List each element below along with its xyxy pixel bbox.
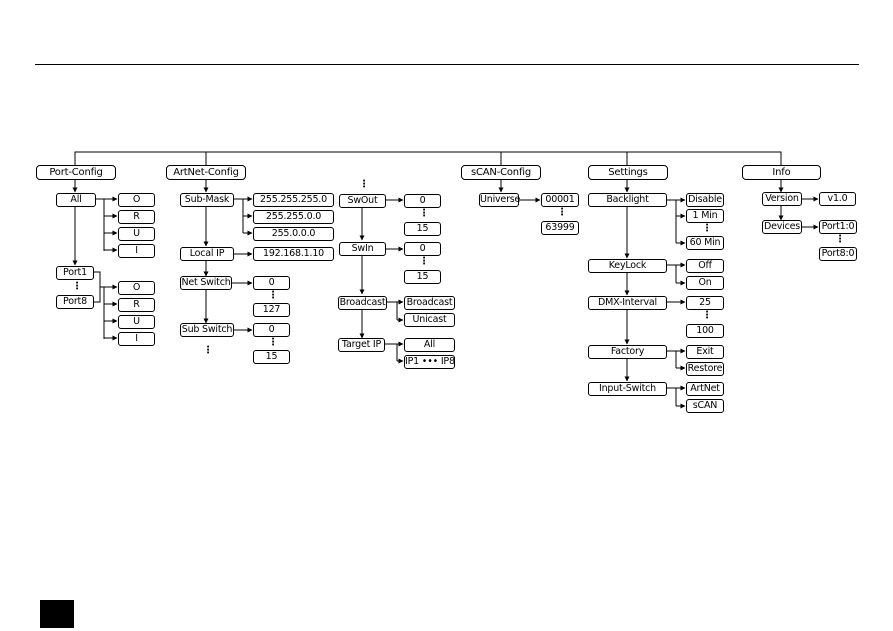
- node-broadcast-option-unicast: Unicast: [404, 313, 455, 327]
- ellipsis-devices: ⋮: [835, 234, 845, 245]
- node-swout-min: 0: [404, 194, 441, 208]
- node-devices-first: Port1:0: [819, 220, 857, 234]
- category-artnet-config: ArtNet-Config: [166, 165, 246, 180]
- node-version: Version: [762, 192, 802, 206]
- node-port-option-o: O: [118, 281, 155, 295]
- ellipsis-net-switch: ⋮: [268, 290, 278, 301]
- node-devices-last: Port8:0: [819, 247, 857, 261]
- node-universe-max: 63999: [541, 221, 579, 235]
- category-settings: Settings: [588, 165, 668, 180]
- node-target-ip-option-all: All: [404, 338, 455, 352]
- node-dmx-interval: DMX-Interval: [588, 296, 667, 310]
- node-port-option-i: I: [118, 332, 155, 346]
- ellipsis-artnet-continue: ⋮: [203, 345, 213, 356]
- node-submask-option-3: 255.0.0.0: [253, 227, 334, 241]
- node-backlight-option-1min: 1 Min: [686, 209, 724, 223]
- ellipsis-swin: ⋮: [419, 256, 429, 267]
- node-sub-switch-min: 0: [253, 323, 290, 337]
- ellipsis-swout: ⋮: [419, 208, 429, 219]
- node-version-value: v1.0: [819, 192, 856, 206]
- node-factory: Factory: [588, 345, 667, 359]
- node-swin-max: 15: [404, 270, 441, 284]
- node-sub-switch-max: 15: [253, 350, 290, 364]
- page-corner-marker: [40, 600, 74, 628]
- node-local-ip-value: 192.168.1.10: [253, 247, 334, 261]
- node-universe: Universe: [479, 193, 521, 207]
- node-devices: Devices: [762, 220, 802, 234]
- node-swin-min: 0: [404, 242, 441, 256]
- node-target-ip-option-range: IP1 ••• IP8: [404, 355, 455, 369]
- node-net-switch-min: 0: [253, 276, 290, 290]
- node-dmx-interval-max: 100: [686, 324, 724, 338]
- node-broadcast: Broadcast: [338, 296, 387, 310]
- ellipsis-ports: ⋮: [72, 281, 82, 292]
- category-scan-config: sCAN-Config: [461, 165, 541, 180]
- node-local-ip: Local IP: [180, 247, 234, 261]
- node-keylock-option-off: Off: [686, 259, 724, 273]
- node-keylock: KeyLock: [588, 259, 667, 273]
- node-all: All: [56, 193, 96, 207]
- node-swin: SwIn: [339, 242, 386, 256]
- node-sub-mask: Sub-Mask: [180, 193, 234, 207]
- node-net-switch-max: 127: [253, 303, 290, 317]
- ellipsis-dmx-interval: ⋮: [702, 310, 712, 321]
- category-port-config: Port-Config: [36, 165, 116, 180]
- node-input-switch: Input-Switch: [588, 382, 667, 396]
- node-swout-max: 15: [404, 222, 441, 236]
- node-input-switch-option-scan: sCAN: [686, 399, 724, 413]
- node-dmx-interval-min: 25: [686, 296, 724, 310]
- ellipsis-sub-switch: ⋮: [268, 337, 278, 348]
- node-broadcast-option-broadcast: Broadcast: [404, 296, 455, 310]
- node-port8: Port8: [56, 295, 94, 309]
- node-port-option-r: R: [118, 298, 155, 312]
- node-all-option-o: O: [118, 193, 155, 207]
- ellipsis-artnet-resume: ⋮: [359, 179, 369, 190]
- node-target-ip: Target IP: [338, 338, 385, 352]
- node-input-switch-option-artnet: ArtNet: [686, 382, 724, 396]
- node-port1: Port1: [56, 266, 94, 280]
- ellipsis-universe: ⋮: [557, 207, 567, 218]
- node-all-option-r: R: [118, 210, 155, 224]
- ellipsis-backlight: ⋮: [702, 223, 712, 234]
- node-factory-option-restore: Restore: [686, 362, 724, 376]
- node-submask-option-1: 255.255.255.0: [253, 193, 334, 207]
- node-keylock-option-on: On: [686, 276, 724, 290]
- node-factory-option-exit: Exit: [686, 345, 724, 359]
- category-info: Info: [742, 165, 821, 180]
- node-swout: SwOut: [339, 194, 386, 208]
- node-sub-switch: Sub Switch: [180, 323, 234, 337]
- node-backlight-option-disable: Disable: [686, 193, 724, 207]
- node-submask-option-2: 255.255.0.0: [253, 210, 334, 224]
- node-all-option-u: U: [118, 227, 155, 241]
- node-port-option-u: U: [118, 315, 155, 329]
- node-backlight: Backlight: [588, 193, 667, 207]
- node-backlight-option-60min: 60 Min: [686, 236, 724, 250]
- node-all-option-i: I: [118, 244, 155, 258]
- node-universe-min: 00001: [541, 193, 579, 207]
- node-net-switch: Net Switch: [180, 276, 232, 290]
